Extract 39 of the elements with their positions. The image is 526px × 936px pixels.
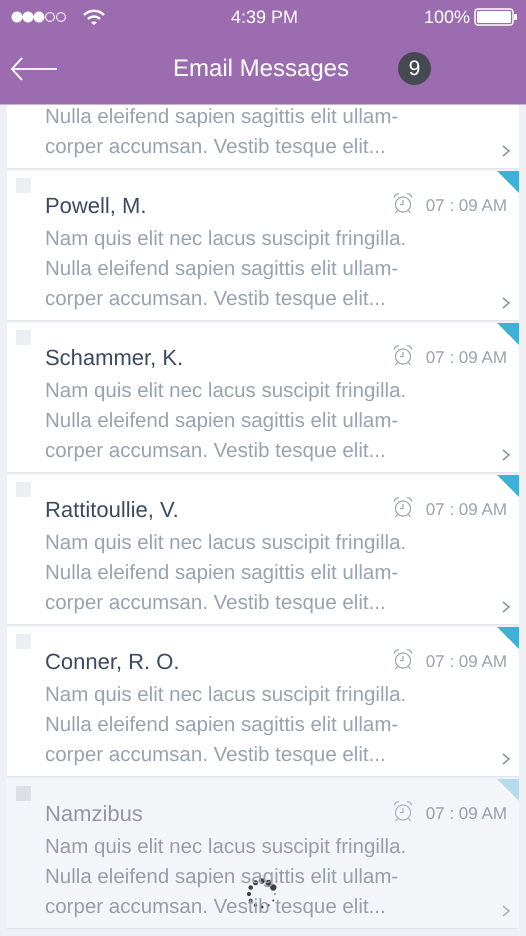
alarm-clock-icon xyxy=(392,192,414,214)
alarm-clock-icon xyxy=(392,496,414,518)
message-time: 07 : 09 AM xyxy=(426,196,507,216)
message-card[interactable]: Powell, M. 07 : 09 AM Nam quis elit nec lacus suscipit fringilla. Nulla eleifend sapien sagittis elit ullam- corper accumsan. Vestib tesque elit... xyxy=(7,171,519,321)
alarm-clock-icon xyxy=(392,344,414,366)
battery-icon xyxy=(474,8,518,26)
window-title: Email Messages xyxy=(172,55,350,83)
chevron-right-icon xyxy=(501,752,511,766)
wifi-icon xyxy=(83,9,105,25)
message-card[interactable]: Conner, R. O. 07 : 09 AM Nam quis elit nec lacus suscipit fringilla. Nulla eleifend sapien sagittis elit ullam- corper accumsan. Vestib tesque elit... xyxy=(7,627,519,777)
alarm-clock-icon xyxy=(392,648,414,670)
message-preview: Nulla eleifend sapien sagittis elit ullam- corper accumsan. Vestib tesque elit... xyxy=(45,105,398,160)
chevron-right-icon xyxy=(501,448,511,462)
alarm-clock-icon xyxy=(392,800,414,822)
chevron-right-icon xyxy=(501,144,511,158)
chevron-right-icon xyxy=(501,600,511,614)
message-time: 07 : 09 AM xyxy=(426,500,507,520)
message-time: 07 : 09 AM xyxy=(426,348,507,368)
message-preview: Nam quis elit nec lacus suscipit fringilla. Nulla eleifend sapien sagittis elit ullam- corper accumsan. Vestib tesque elit... xyxy=(45,682,406,768)
message-preview: Nam quis elit nec lacus suscipit fringilla. Nulla eleifend sapien sagittis elit ullam- corper accumsan. Vestib tesque elit... xyxy=(45,378,406,464)
back-button[interactable] xyxy=(10,56,58,82)
chevron-right-icon xyxy=(501,904,511,918)
sender-name: Schammer, K. xyxy=(45,345,184,371)
message-card[interactable]: Rattitoullie, V. 07 : 09 AM Nam quis elit nec lacus suscipit fringilla. Nulla eleifend sapien sagittis elit ullam- corper accumsan. Vestib tesque elit... xyxy=(7,475,519,625)
message-preview: Nam quis elit nec lacus suscipit fringilla. Nulla eleifend sapien sagittis elit ullam- corper accumsan. Vestib tesque elit... xyxy=(45,226,406,312)
message-preview: Nam quis elit nec lacus suscipit fringilla. Nulla eleifend sapien sagittis elit ullam- corper accumsan. Vestib tesque elit... xyxy=(45,530,406,616)
message-time: 07 : 09 AM xyxy=(426,804,507,824)
chevron-right-icon xyxy=(501,296,511,310)
sender-name: Powell, M. xyxy=(45,193,146,219)
sender-name: Rattitoullie, V. xyxy=(45,497,179,523)
count-badge: 9 xyxy=(398,52,431,85)
message-time: 07 : 09 AM xyxy=(426,652,507,672)
clock-time: 4:39 PM xyxy=(230,6,298,28)
message-card[interactable]: Schammer, K. 07 : 09 AM Nam quis elit nec lacus suscipit fringilla. Nulla eleifend sapien sagittis elit ullam- corper accumsan. Vestib tesque elit... xyxy=(7,323,519,473)
sender-name: Namzibus xyxy=(45,801,143,827)
sender-name: Conner, R. O. xyxy=(45,649,180,675)
checkbox[interactable] xyxy=(16,786,31,801)
battery-percent: 100% xyxy=(424,6,470,28)
message-preview: Nam quis elit nec lacus suscipit fringilla. Nulla eleifend sapien sagittis elit ullam- corper accumsan. Vestib tesque elit... xyxy=(45,834,406,920)
